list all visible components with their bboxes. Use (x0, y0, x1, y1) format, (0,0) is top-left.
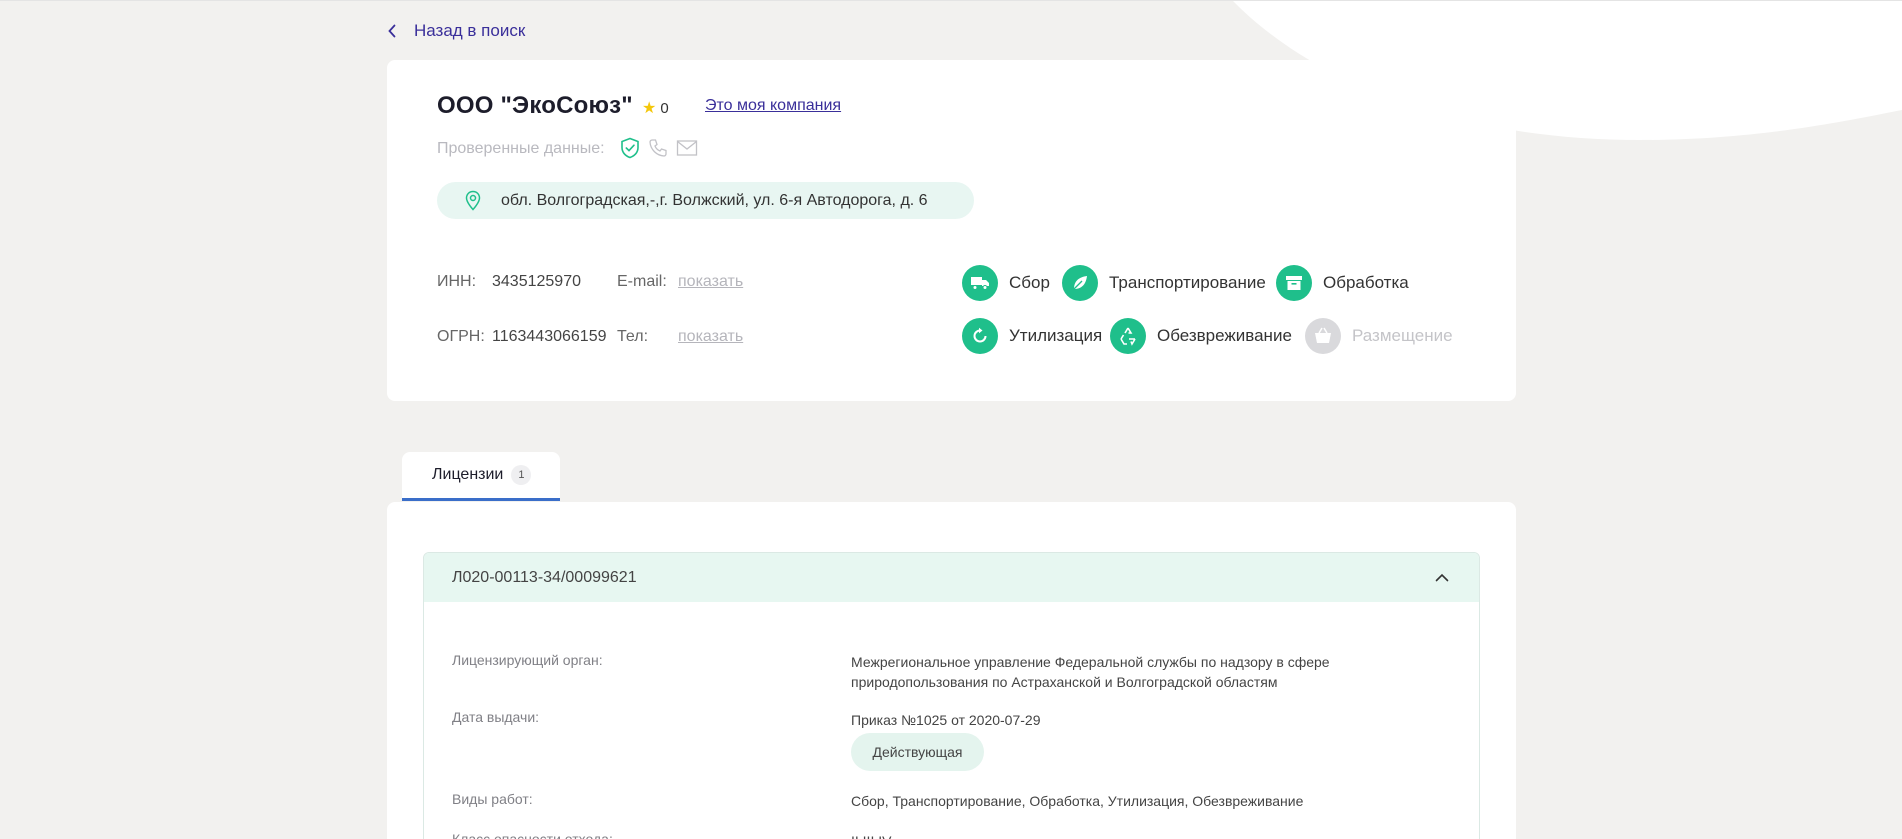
activity-utilization: Утилизация (962, 318, 1102, 354)
activity-neutralization: Обезвреживание (1110, 318, 1292, 354)
recycle-icon (1110, 318, 1146, 354)
claim-company-link[interactable]: Это моя компания (705, 97, 841, 115)
activity-label: Размещение (1352, 326, 1453, 345)
leaf-icon (1062, 265, 1098, 301)
company-rating: ★ 0 (642, 98, 669, 118)
activity-processing: Обработка (1276, 265, 1409, 301)
work-types-label: Виды работ: (452, 791, 533, 807)
authority-label: Лицензирующий орган: (452, 652, 603, 668)
authority-value: Межрегиональное управление Федеральной с… (851, 654, 1330, 690)
phone-icon (649, 139, 667, 157)
activity-label: Утилизация (1009, 326, 1103, 345)
back-link-label: Назад в поиск (414, 21, 526, 40)
ogrn-value: 1163443066159 (492, 328, 607, 345)
inn-label: ИНН: (437, 273, 477, 290)
tab-label: Лицензии (432, 466, 504, 483)
activity-transportation: Транспортирование (1062, 265, 1266, 301)
company-card: ООО "ЭкоСоюз" ★ 0 Это моя компания Прове… (387, 60, 1516, 401)
phone-label: Тел: (617, 328, 649, 345)
inn-value: 3435125970 (492, 273, 581, 290)
work-types-value: Сбор, Транспортирование, Обработка, Утил… (851, 793, 1304, 809)
chevron-left-icon (388, 24, 396, 38)
activity-label: Сбор (1009, 273, 1050, 292)
show-email-link[interactable]: показать (678, 273, 743, 291)
back-to-search-link[interactable]: Назад в поиск (388, 20, 525, 42)
status-badge: Действующая (851, 733, 984, 771)
activity-label: Обработка (1323, 273, 1409, 292)
activity-label: Обезвреживание (1157, 326, 1292, 345)
tab-licenses[interactable]: Лицензии 1 (402, 452, 560, 501)
license-header[interactable]: Л020-00113-34/00099621 (424, 553, 1479, 602)
activity-placement: Размещение (1305, 318, 1453, 354)
shield-check-icon (621, 137, 639, 159)
address-text: обл. Волгоградская,-,г. Волжский, ул. 6-… (501, 191, 928, 209)
licenses-panel: Л020-00113-34/00099621 Лицензирующий орг… (387, 502, 1516, 839)
verified-icons (620, 137, 698, 159)
license-number: Л020-00113-34/00099621 (452, 568, 637, 586)
ogrn-label: ОГРН: (437, 328, 485, 345)
archive-box-icon (1276, 265, 1312, 301)
location-pin-icon (465, 190, 481, 211)
issue-date-value: Приказ №1025 от 2020-07-29 (851, 712, 1041, 728)
activity-collection: Сбор (962, 265, 1050, 301)
refresh-icon (962, 318, 998, 354)
hazard-class-value: II,III,IV (851, 831, 1351, 839)
license-accordion: Л020-00113-34/00099621 Лицензирующий орг… (423, 552, 1480, 839)
basket-icon (1305, 318, 1341, 354)
company-name: ООО "ЭкоСоюз" (437, 92, 633, 119)
tab-count-badge: 1 (511, 465, 532, 485)
chevron-up-icon[interactable] (1435, 573, 1449, 582)
address-badge: обл. Волгоградская,-,г. Волжский, ул. 6-… (437, 182, 974, 219)
activity-label: Транспортирование (1109, 273, 1266, 292)
issue-date-label: Дата выдачи: (452, 709, 540, 725)
email-label: E-mail: (617, 273, 667, 290)
show-phone-link[interactable]: показать (678, 328, 743, 346)
truck-icon (962, 265, 998, 301)
hazard-class-label: Класс опасности отхода: (452, 831, 613, 839)
verified-data-label: Проверенные данные: (437, 140, 605, 157)
mail-icon (676, 140, 698, 156)
rating-value: 0 (660, 99, 669, 117)
star-icon: ★ (642, 100, 657, 117)
